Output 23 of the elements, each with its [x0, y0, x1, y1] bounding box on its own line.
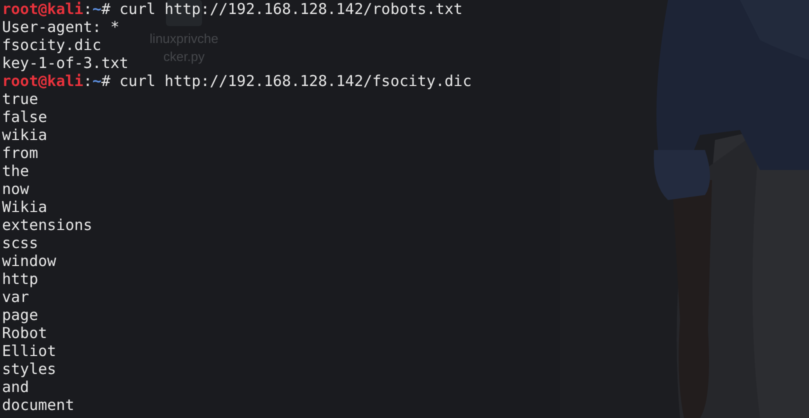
output-line: fsocity.dic [2, 36, 102, 54]
command-line: root@kali:~# curl http://192.168.128.142/fsocity.dic [2, 72, 472, 90]
output-line: scss [2, 234, 38, 252]
output-line: page [2, 306, 38, 324]
output-line: the [2, 162, 30, 180]
output-line: Robot [2, 324, 48, 342]
output-line: key-1-of-3.txt [2, 54, 128, 72]
output-line: http [2, 270, 38, 288]
output-line: extensions [2, 216, 92, 234]
output-line: true [2, 90, 38, 108]
output-line: window [2, 252, 56, 270]
output-line: User-agent: * [2, 18, 120, 36]
output-line: Elliot [2, 342, 56, 360]
command-line: root@kali:~# curl http://192.168.128.142/robots.txt [2, 0, 463, 18]
output-line: from [2, 144, 38, 162]
output-line: wikia [2, 126, 48, 144]
output-line: var [2, 288, 30, 306]
output-line: document [2, 396, 74, 414]
output-line: styles [2, 360, 56, 378]
output-line: Wikia [2, 198, 48, 216]
output-line: now [2, 180, 30, 198]
output-line: false [2, 108, 48, 126]
output-line: and [2, 378, 30, 396]
